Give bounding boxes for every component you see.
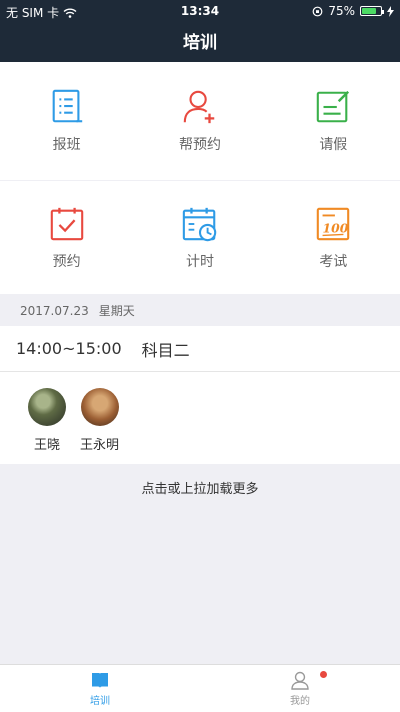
schedule-date: 2017.07.23: [20, 304, 89, 318]
user-icon: [291, 671, 309, 690]
grid-item-help-book[interactable]: 帮预约: [145, 88, 255, 154]
exam-score-icon: 100: [317, 207, 350, 240]
feature-grid-row-2: 预约 计时 100 考试: [0, 181, 400, 294]
calendar-clock-icon: [182, 207, 217, 241]
avatar: [28, 388, 66, 426]
grid-item-label: 计时: [185, 253, 214, 270]
trainee-name: 王晓: [33, 438, 60, 453]
schedule-weekday: 星期天: [98, 304, 135, 318]
session-header: 14:00~15:00 科目二: [0, 326, 400, 372]
grid-item-timing[interactable]: 计时: [145, 205, 255, 271]
class-list-icon: [52, 89, 82, 123]
orientation-lock-icon: [312, 6, 323, 16]
notification-dot: [320, 671, 327, 678]
tab-mine[interactable]: 我的: [200, 665, 400, 712]
trainee-name: 王永明: [80, 438, 120, 453]
grid-item-enroll[interactable]: 报班: [12, 88, 122, 154]
trainee-list: 王晓 王永明: [0, 372, 400, 453]
tab-label: 我的: [290, 696, 310, 707]
status-bar: 无 SIM 卡 13:34 75%: [0, 0, 400, 22]
calendar-check-icon: [50, 207, 83, 240]
grid-item-label: 报班: [52, 137, 81, 153]
tab-label: 培训: [90, 696, 110, 707]
session-card[interactable]: 14:00~15:00 科目二 王晓 王永明: [0, 326, 400, 464]
grid-item-label: 帮预约: [178, 137, 221, 153]
tab-bar: 培训 我的: [0, 664, 400, 712]
edit-note-icon: [317, 90, 350, 123]
status-right: 75%: [312, 4, 394, 18]
grid-item-label: 考试: [319, 253, 348, 270]
svg-text:100: 100: [323, 220, 349, 235]
grid-item-leave[interactable]: 请假: [278, 88, 388, 154]
battery-fill: [362, 8, 376, 14]
tab-training[interactable]: 培训: [0, 665, 200, 712]
battery-icon: [360, 6, 384, 16]
avatar: [80, 388, 119, 426]
add-user-icon: [183, 90, 215, 124]
trainee-item[interactable]: 王永明: [80, 388, 119, 453]
top-bar: 无 SIM 卡 13:34 75% 培训: [0, 0, 400, 62]
feature-grid-row-1: 报班 帮预约 请假: [0, 62, 400, 180]
session-time: 14:00~15:00: [16, 339, 122, 358]
battery-percent: 75%: [328, 4, 355, 18]
date-header: 2017.07.23 星期天: [0, 296, 400, 326]
trainee-item[interactable]: 王晓: [28, 388, 66, 453]
session-subject: 科目二: [141, 340, 190, 360]
page-title: 培训: [183, 33, 217, 53]
book-icon: [92, 673, 108, 688]
grid-item-appointment[interactable]: 预约: [12, 205, 122, 271]
grid-item-label: 请假: [319, 137, 348, 153]
grid-item-exam[interactable]: 100 考试: [278, 205, 388, 271]
charging-icon: [387, 5, 394, 17]
grid-item-label: 预约: [52, 253, 81, 270]
load-more-button[interactable]: 点击或上拉加载更多: [0, 478, 400, 497]
